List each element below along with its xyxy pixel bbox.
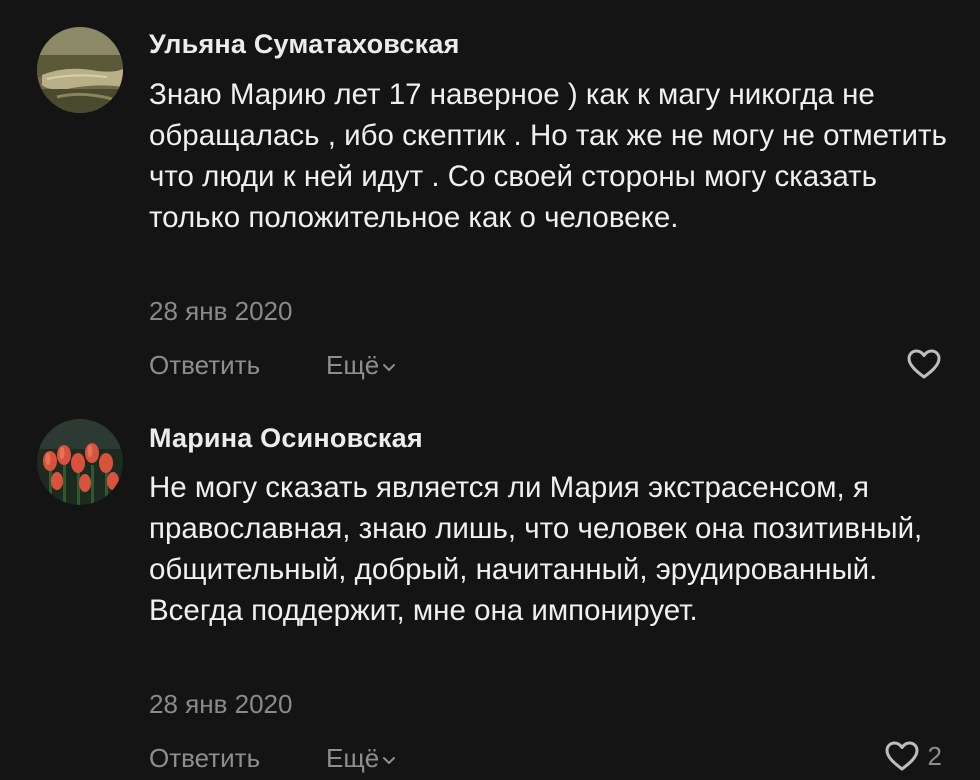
comment-date: 28 янв 2020 [149, 296, 293, 326]
tulips-avatar-icon [37, 419, 123, 505]
more-label: Ещё [326, 743, 380, 773]
heart-icon [907, 349, 941, 379]
chevron-down-icon [383, 756, 396, 764]
comment-date: 28 янв 2020 [149, 689, 293, 719]
avatar[interactable] [37, 27, 123, 113]
more-button[interactable]: Ещё [326, 743, 396, 774]
heart-icon [885, 741, 919, 771]
photo-avatar-icon [37, 27, 123, 113]
reply-button[interactable]: Ответить [149, 743, 260, 774]
comment-text: Знаю Марию лет 17 наверное ) как к магу … [149, 78, 947, 234]
like-button[interactable]: 2 [884, 740, 942, 772]
comment-author[interactable]: Марина Осиновская [149, 423, 423, 454]
like-count: 2 [927, 740, 942, 771]
more-button[interactable]: Ещё [326, 350, 396, 381]
more-label: Ещё [326, 350, 380, 380]
chevron-down-icon [383, 363, 396, 371]
like-button[interactable] [906, 348, 942, 380]
reply-button[interactable]: Ответить [149, 350, 260, 381]
comment-author[interactable]: Ульяна Суматаховская [149, 29, 460, 60]
avatar[interactable] [37, 419, 123, 505]
comment-text: Не могу сказать является ли Мария экстра… [149, 471, 923, 627]
